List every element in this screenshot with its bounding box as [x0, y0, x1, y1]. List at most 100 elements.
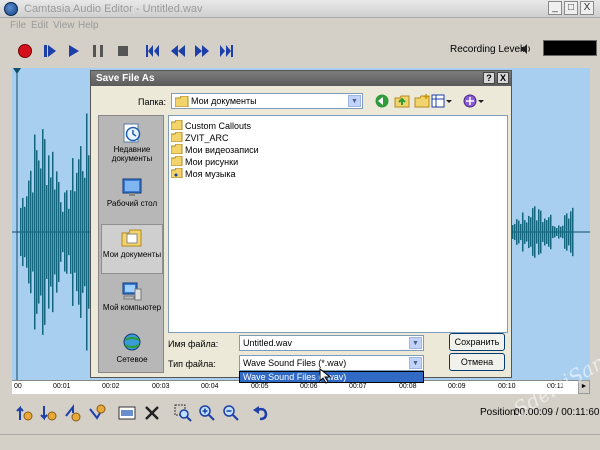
list-item[interactable]: Мои рисунки [171, 156, 238, 168]
chevron-down-icon[interactable]: ▼ [348, 95, 361, 107]
list-item[interactable]: ZVIT_ARC [171, 132, 229, 144]
waveform-sample [46, 185, 48, 279]
menu-help[interactable]: Help [78, 20, 99, 31]
lookin-combo[interactable]: Мои документы ▼ [171, 93, 363, 109]
maximize-button[interactable]: □ [564, 1, 578, 15]
volume-up-icon[interactable] [64, 404, 82, 422]
waveform-sample [48, 155, 50, 309]
waveform-sample [532, 208, 534, 256]
play-icon[interactable] [66, 43, 82, 59]
list-item[interactable]: Мои видеозаписи [171, 144, 259, 156]
my-computer-icon [122, 282, 142, 301]
place-my-documents[interactable]: Мои документы [101, 224, 163, 274]
skip-start-icon[interactable] [145, 43, 161, 59]
skip-end-icon[interactable] [218, 43, 234, 59]
zoom-selection-icon[interactable] [174, 404, 192, 422]
filename-value: Untitled.wav [243, 338, 293, 348]
waveform-sample [74, 191, 76, 273]
waveform-sample [524, 220, 526, 244]
waveform-sample [516, 219, 518, 245]
cut-icon[interactable] [143, 404, 161, 422]
tick-label: 00:04 [201, 383, 219, 390]
filename-input[interactable]: Untitled.wav ▼ [239, 335, 424, 351]
waveform-sample [552, 225, 554, 239]
cancel-button[interactable]: Отмена [449, 353, 505, 371]
dialog-title-bar[interactable]: Save File As ? X [91, 71, 511, 86]
folder-icon [171, 120, 183, 130]
tick-label: 00 [14, 383, 22, 390]
chevron-down-icon[interactable]: ▼ [409, 357, 422, 369]
save-button[interactable]: Сохранить [449, 333, 505, 351]
menu-file[interactable]: File [10, 20, 26, 31]
play-selection-icon[interactable] [42, 43, 58, 59]
title-bar: Camtasia Audio Editor - Untitled.wav _ □… [0, 0, 600, 18]
waveform-sample [538, 209, 540, 255]
waveform-sample [58, 182, 60, 282]
dialog-help-button[interactable]: ? [483, 72, 495, 84]
fade-out-icon[interactable] [40, 404, 58, 422]
dialog-close-button[interactable]: X [497, 72, 509, 84]
waveform-sample [36, 150, 38, 314]
waveform-sample [32, 192, 34, 272]
waveform-sample [570, 211, 572, 253]
record-icon[interactable] [17, 43, 33, 59]
tick-label: 00:06 [300, 383, 318, 390]
close-button[interactable]: X [580, 1, 594, 15]
menu-view[interactable]: View [53, 20, 75, 31]
waveform-sample [564, 215, 566, 249]
volume-down-icon[interactable] [88, 404, 106, 422]
rewind-icon[interactable] [170, 43, 186, 59]
place-label: Недавние документы [111, 145, 153, 163]
speaker-icon[interactable] [520, 43, 532, 55]
minimize-button[interactable]: _ [548, 1, 562, 15]
folder-icon [171, 156, 183, 166]
fast-forward-icon[interactable] [194, 43, 210, 59]
waveform-sample [70, 190, 72, 274]
waveform-sample [26, 196, 28, 268]
silence-icon[interactable] [118, 404, 136, 422]
waveform-sample [44, 139, 46, 325]
lookin-label: Папка: [138, 97, 166, 107]
save-file-dialog: Save File As ? X Папка: Мои документы ▼ … [90, 70, 512, 383]
waveform-sample [86, 113, 88, 351]
waveform-sample [558, 225, 560, 239]
file-list[interactable]: Custom Callouts ZVIT_ARC Мои видеозаписи… [168, 115, 508, 333]
place-recent-documents[interactable]: Недавние документы [101, 120, 163, 170]
folder-icon [175, 96, 189, 107]
waveform-sample [554, 226, 556, 238]
place-desktop[interactable]: Рабочий стол [101, 174, 163, 224]
waveform-sample [566, 213, 568, 251]
status-bar [0, 434, 600, 450]
waveform-sample [542, 222, 544, 242]
desktop-icon [122, 178, 142, 196]
waveform-sample [536, 220, 538, 244]
waveform-sample [42, 129, 44, 335]
folder-icon [171, 144, 183, 154]
zoom-out-icon[interactable] [222, 404, 240, 422]
back-icon[interactable] [374, 94, 390, 108]
up-folder-icon[interactable] [394, 94, 410, 108]
recent-docs-icon [123, 123, 141, 143]
network-icon [123, 333, 141, 351]
new-folder-icon[interactable] [414, 94, 430, 108]
waveform-sample [82, 171, 84, 293]
list-item[interactable]: Custom Callouts [171, 120, 251, 132]
waveform-sample [52, 151, 54, 313]
list-item[interactable]: Моя музыка [171, 168, 236, 180]
zoom-in-icon[interactable] [198, 404, 216, 422]
fade-in-icon[interactable] [16, 404, 34, 422]
chevron-down-icon[interactable]: ▼ [409, 337, 422, 349]
menu-edit[interactable]: Edit [31, 20, 48, 31]
waveform-sample [56, 171, 58, 293]
waveform-sample [34, 134, 36, 330]
undo-icon[interactable] [252, 404, 270, 422]
tools-menu-icon[interactable] [463, 94, 485, 108]
waveform-sample [568, 218, 570, 246]
tick-label: 00:07 [349, 383, 367, 390]
waveform-sample [514, 223, 516, 241]
place-my-computer[interactable]: Мой компьютер [101, 278, 163, 328]
place-network[interactable]: Сетевое [101, 330, 163, 380]
stop-icon[interactable] [115, 43, 131, 59]
pause-icon[interactable] [90, 43, 106, 59]
view-menu-icon[interactable] [431, 94, 453, 108]
